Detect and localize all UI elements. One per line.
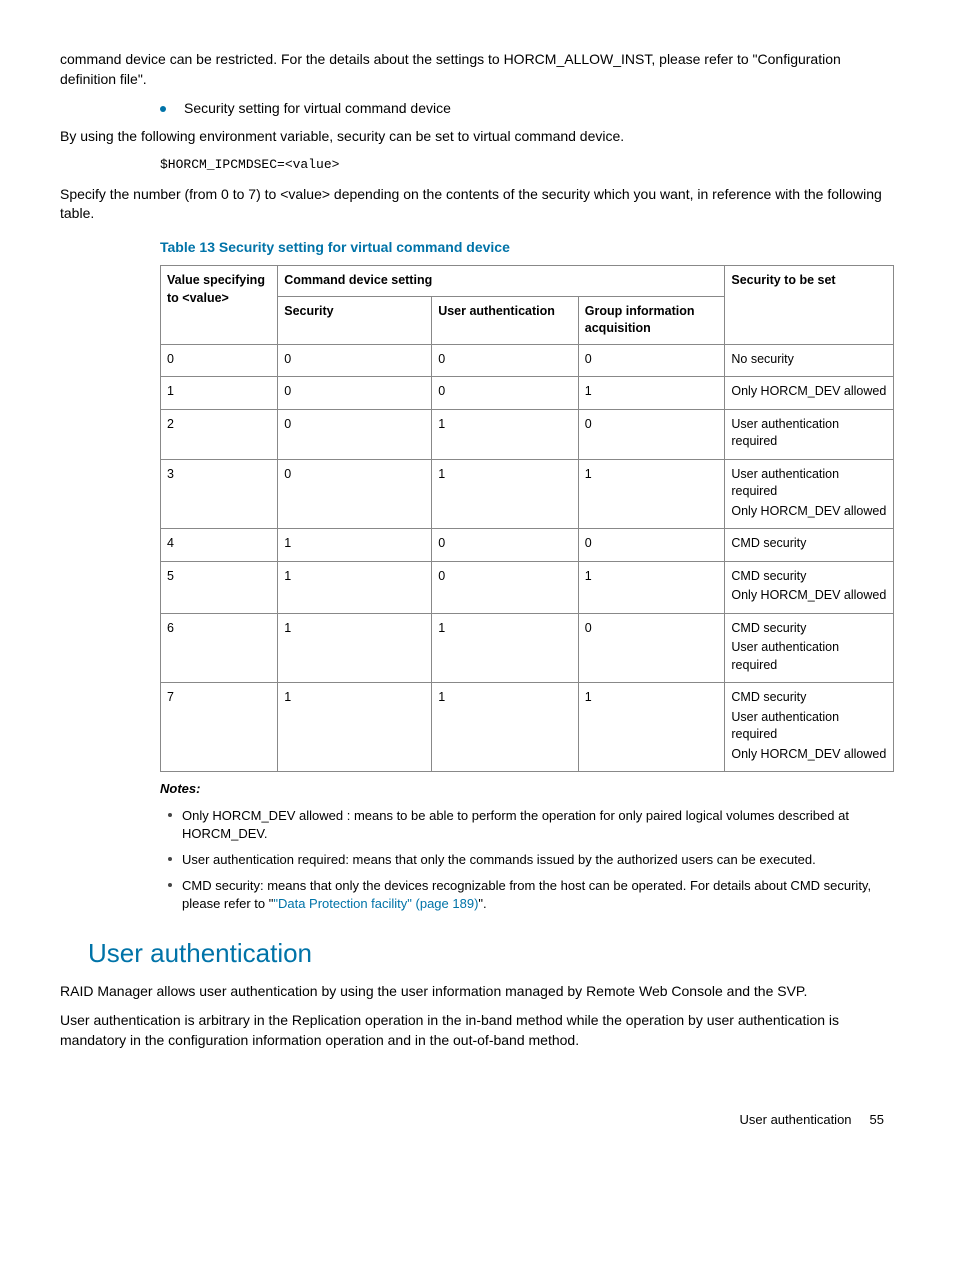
section-para-1: RAID Manager allows user authentication … [60, 982, 894, 1002]
table-cell-result: No security [725, 344, 894, 377]
table-row: 3011User authentication requiredOnly HOR… [161, 459, 894, 529]
table-row: 6110CMD securityUser authentication requ… [161, 613, 894, 683]
table-row: 2010User authentication required [161, 409, 894, 459]
table-cell-result: CMD securityUser authentication required… [725, 683, 894, 772]
table-cell: 1 [432, 409, 579, 459]
table-cell: 1 [432, 613, 579, 683]
th-cmd-setting: Command device setting [278, 266, 725, 297]
th-group-info: Group information acquisition [578, 296, 725, 344]
table-cell: 1 [578, 561, 725, 613]
note-item: CMD security: means that only the device… [168, 877, 894, 913]
bullet-security-setting: Security setting for virtual command dev… [160, 99, 894, 119]
bullet-dot-icon [168, 813, 172, 817]
intro-para-1: command device can be restricted. For th… [60, 50, 894, 89]
table-cell: 5 [161, 561, 278, 613]
th-security: Security [278, 296, 432, 344]
table-cell: 0 [578, 613, 725, 683]
footer-label: User authentication [740, 1111, 852, 1129]
bullet-dot-icon [160, 106, 166, 112]
table-cell: 1 [278, 529, 432, 562]
table-cell: 0 [278, 409, 432, 459]
section-para-2: User authentication is arbitrary in the … [60, 1011, 894, 1050]
table-cell: 4 [161, 529, 278, 562]
table-row: 0000No security [161, 344, 894, 377]
table-cell: 1 [578, 683, 725, 772]
table-cell-result: CMD security [725, 529, 894, 562]
notes-label: Notes: [160, 780, 894, 798]
table-cell: 0 [432, 529, 579, 562]
bullet-security-setting-text: Security setting for virtual command dev… [184, 99, 451, 119]
table-cell: 0 [432, 377, 579, 410]
table-cell-result: User authentication requiredOnly HORCM_D… [725, 459, 894, 529]
bullet-dot-icon [168, 857, 172, 861]
table-cell: 1 [278, 683, 432, 772]
table-cell: 1 [432, 459, 579, 529]
table-cell: 0 [161, 344, 278, 377]
table-cell: 1 [278, 561, 432, 613]
bullet-dot-icon [168, 883, 172, 887]
th-user-auth: User authentication [432, 296, 579, 344]
th-security-set: Security to be set [725, 266, 894, 345]
table-cell: 0 [432, 344, 579, 377]
table-cell-result: CMD securityOnly HORCM_DEV allowed [725, 561, 894, 613]
table-cell: 0 [578, 409, 725, 459]
table-cell: 0 [578, 344, 725, 377]
table-row: 5101CMD securityOnly HORCM_DEV allowed [161, 561, 894, 613]
table-cell: 1 [578, 377, 725, 410]
table-cell: 2 [161, 409, 278, 459]
table-cell-result: CMD securityUser authentication required [725, 613, 894, 683]
intro-para-2: By using the following environment varia… [60, 127, 894, 147]
table-row: 4100CMD security [161, 529, 894, 562]
security-table: Value specifying to <value> Command devi… [160, 265, 894, 772]
table-cell: 0 [578, 529, 725, 562]
note-link[interactable]: "Data Protection facility" (page 189) [273, 896, 478, 911]
note-item: User authentication required: means that… [168, 851, 894, 869]
table-cell: 1 [578, 459, 725, 529]
table-cell: 0 [432, 561, 579, 613]
code-env-var: $HORCM_IPCMDSEC=<value> [160, 156, 894, 174]
table-cell: 0 [278, 459, 432, 529]
note-text: User authentication required: means that… [182, 851, 816, 869]
section-heading-user-auth: User authentication [88, 935, 894, 971]
note-item: Only HORCM_DEV allowed : means to be abl… [168, 807, 894, 843]
table-row: 1001Only HORCM_DEV allowed [161, 377, 894, 410]
note-text: CMD security: means that only the device… [182, 877, 894, 913]
table-cell: 1 [432, 683, 579, 772]
page-footer: User authentication 55 [60, 1111, 894, 1129]
table-cell: 1 [278, 613, 432, 683]
table-cell-result: User authentication required [725, 409, 894, 459]
table-title: Table 13 Security setting for virtual co… [160, 238, 894, 258]
note-text: Only HORCM_DEV allowed : means to be abl… [182, 807, 894, 843]
table-cell-result: Only HORCM_DEV allowed [725, 377, 894, 410]
table-cell: 3 [161, 459, 278, 529]
table-cell: 0 [278, 377, 432, 410]
table-cell: 7 [161, 683, 278, 772]
table-cell: 6 [161, 613, 278, 683]
th-value: Value specifying to <value> [161, 266, 278, 345]
intro-para-3: Specify the number (from 0 to 7) to <val… [60, 185, 894, 224]
footer-page-number: 55 [870, 1111, 884, 1129]
table-row: 7111CMD securityUser authentication requ… [161, 683, 894, 772]
table-cell: 1 [161, 377, 278, 410]
table-cell: 0 [278, 344, 432, 377]
